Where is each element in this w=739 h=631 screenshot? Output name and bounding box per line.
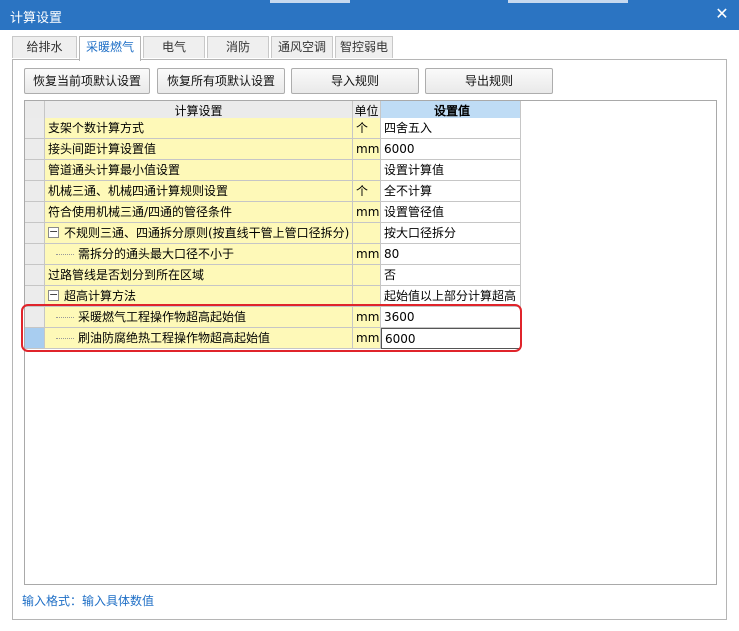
setting-unit: mm — [353, 139, 381, 160]
setting-name: 支架个数计算方式 — [45, 118, 353, 139]
setting-value[interactable]: 设置计算值 — [381, 160, 521, 181]
restore-current-default-button[interactable]: 恢复当前项默认设置 — [24, 68, 150, 94]
tree-connector — [56, 317, 74, 318]
window-title: 计算设置 — [10, 11, 63, 26]
setting-group: − 超高计算方法 — [45, 286, 353, 307]
row-header[interactable] — [25, 118, 45, 139]
setting-value[interactable]: 按大口径拆分 — [381, 223, 521, 244]
setting-unit: mm — [353, 307, 381, 328]
setting-unit: 个 — [353, 118, 381, 139]
setting-value[interactable]: 6000 — [381, 139, 521, 160]
setting-name: 管道通头计算最小值设置 — [45, 160, 353, 181]
setting-unit — [353, 160, 381, 181]
import-rules-button[interactable]: 导入规则 — [291, 68, 419, 94]
setting-name: 不规则三通、四通拆分原则(按直线干管上管口径拆分) — [64, 226, 350, 240]
setting-value[interactable]: 起始值以上部分计算超高 — [381, 286, 521, 307]
setting-name: 过路管线是否划分到所在区域 — [45, 265, 353, 286]
setting-name: 机械三通、机械四通计算规则设置 — [45, 181, 353, 202]
tab-smart-control[interactable]: 智控弱电 — [335, 36, 393, 58]
row-header[interactable] — [25, 223, 45, 244]
row-header[interactable] — [25, 181, 45, 202]
setting-value[interactable]: 否 — [381, 265, 521, 286]
row-header-selected[interactable] — [25, 328, 45, 349]
settings-grid: 计算设置 单位 设置值 支架个数计算方式 个 四舍五入 接头间距计算设置值 mm… — [24, 100, 717, 585]
row-header[interactable] — [25, 202, 45, 223]
title-bar-strip — [508, 0, 628, 3]
setting-value[interactable]: 四舍五入 — [381, 118, 521, 139]
input-format-hint: 输入格式：输入具体数值 — [22, 594, 155, 608]
close-icon[interactable]: ✕ — [713, 5, 731, 23]
setting-value[interactable]: 设置管径值 — [381, 202, 521, 223]
tab-hvac[interactable]: 通风空调 — [271, 36, 333, 58]
setting-group: − 不规则三通、四通拆分原则(按直线干管上管口径拆分) — [45, 223, 353, 244]
setting-name: 采暖燃气工程操作物超高起始值 — [78, 310, 247, 324]
tree-connector — [56, 254, 74, 255]
export-rules-button[interactable]: 导出规则 — [425, 68, 553, 94]
setting-unit: mm — [353, 244, 381, 265]
setting-child: 刷油防腐绝热工程操作物超高起始值 — [45, 328, 353, 349]
tree-connector — [56, 338, 74, 339]
row-header[interactable] — [25, 244, 45, 265]
collapse-icon[interactable]: − — [48, 289, 59, 301]
tab-heating-gas[interactable]: 采暖燃气 — [79, 36, 141, 61]
collapse-icon[interactable]: − — [48, 226, 59, 238]
title-bar-strip — [270, 0, 350, 3]
row-header[interactable] — [25, 265, 45, 286]
tab-fire-protection[interactable]: 消防 — [207, 36, 269, 58]
setting-value[interactable]: 全不计算 — [381, 181, 521, 202]
setting-unit: 个 — [353, 181, 381, 202]
row-header[interactable] — [25, 139, 45, 160]
restore-all-default-button[interactable]: 恢复所有项默认设置 — [157, 68, 285, 94]
setting-unit: mm — [353, 202, 381, 223]
tab-electrical[interactable]: 电气 — [143, 36, 205, 58]
setting-name: 接头间距计算设置值 — [45, 139, 353, 160]
setting-unit — [353, 265, 381, 286]
setting-value[interactable]: 80 — [381, 244, 521, 265]
row-header[interactable] — [25, 286, 45, 307]
setting-unit — [353, 286, 381, 307]
setting-name: 刷油防腐绝热工程操作物超高起始值 — [78, 331, 271, 345]
setting-value[interactable]: 3600 — [381, 307, 521, 328]
title-bar: 计算设置 ✕ — [0, 0, 739, 30]
setting-name: 需拆分的通头最大口径不小于 — [78, 247, 235, 261]
setting-child: 采暖燃气工程操作物超高起始值 — [45, 307, 353, 328]
row-header[interactable] — [25, 160, 45, 181]
setting-unit — [353, 223, 381, 244]
setting-unit: mm — [353, 328, 381, 349]
setting-child: 需拆分的通头最大口径不小于 — [45, 244, 353, 265]
setting-name: 符合使用机械三通/四通的管径条件 — [45, 202, 353, 223]
setting-value-input[interactable]: 6000 — [381, 328, 521, 349]
setting-name: 超高计算方法 — [64, 289, 137, 303]
tab-water-drainage[interactable]: 给排水 — [12, 36, 77, 58]
row-header[interactable] — [25, 307, 45, 328]
